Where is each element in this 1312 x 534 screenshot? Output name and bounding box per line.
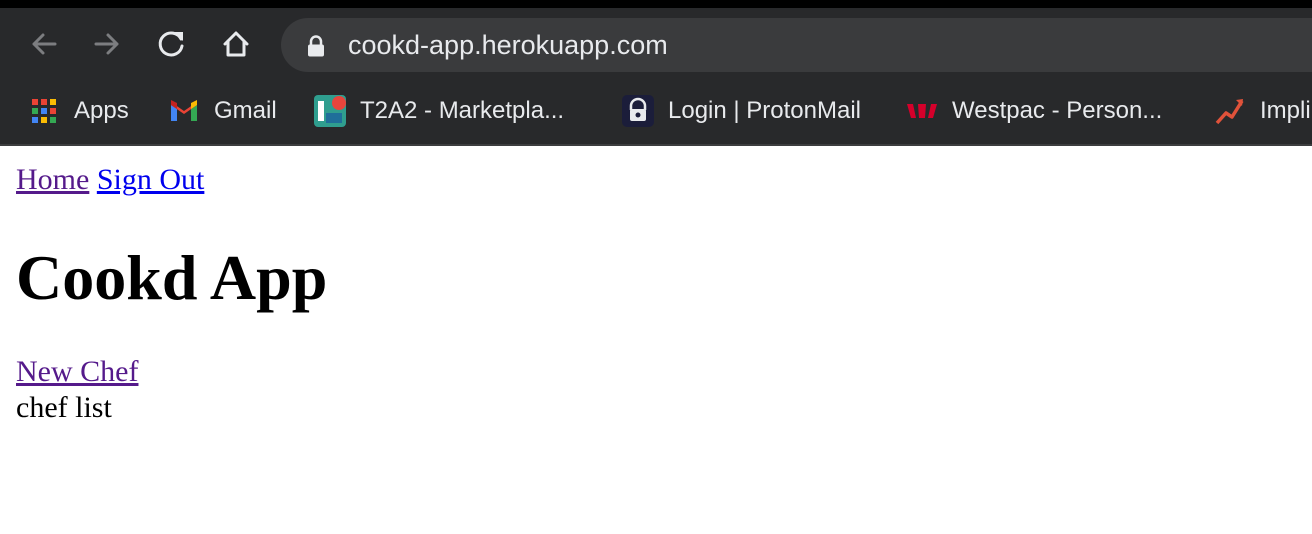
url-text[interactable]: cookd-app.herokuapp.com (348, 18, 668, 72)
address-bar[interactable]: cookd-app.herokuapp.com (281, 18, 1312, 72)
reload-icon[interactable] (152, 24, 192, 64)
page-content: Home Sign Out Cookd App New Chef chef li… (16, 160, 327, 426)
bookmark-protonmail[interactable]: Login | ProtonMail (622, 95, 861, 127)
browser-chrome: cookd-app.herokuapp.com Apps Gmail T2A2 … (0, 0, 1312, 146)
site-nav: Home Sign Out (16, 160, 327, 200)
lock-icon (307, 35, 325, 62)
bookmark-impli[interactable]: Impli (1214, 95, 1311, 127)
bookmark-label: Westpac - Person... (952, 97, 1163, 124)
browser-toolbar: cookd-app.herokuapp.com (0, 8, 1312, 82)
bookmarks-bar: Apps Gmail T2A2 - Marketpla... Login | P… (0, 82, 1312, 144)
westpac-icon (906, 95, 938, 127)
page-title: Cookd App (16, 242, 328, 313)
window-top-strip (0, 0, 1312, 8)
bookmark-t2a2-marketplace[interactable]: T2A2 - Marketpla... (314, 95, 564, 127)
chart-trend-icon (1214, 95, 1246, 127)
bookmark-label: Login | ProtonMail (668, 97, 862, 124)
chef-list-text: chef list (16, 391, 112, 424)
bookmark-westpac[interactable]: Westpac - Person... (906, 95, 1162, 127)
home-icon[interactable] (216, 24, 256, 64)
bookmark-label: Apps (74, 97, 129, 124)
bookmark-label: Gmail (214, 97, 277, 124)
trello-icon (314, 95, 346, 127)
gmail-icon (168, 95, 200, 127)
bookmark-apps[interactable]: Apps (28, 95, 129, 127)
home-link[interactable]: Home (16, 163, 89, 196)
protonmail-icon (622, 95, 654, 127)
bookmark-label: Impli (1260, 97, 1311, 124)
chef-section: New Chef chef list (16, 354, 327, 426)
bookmark-gmail[interactable]: Gmail (168, 95, 277, 127)
back-arrow-icon[interactable] (24, 24, 64, 64)
bookmark-label: T2A2 - Marketpla... (360, 97, 565, 124)
chrome-divider (0, 144, 1312, 146)
new-chef-link[interactable]: New Chef (16, 355, 138, 388)
apps-grid-icon (28, 95, 60, 127)
forward-arrow-icon[interactable] (87, 24, 127, 64)
sign-out-link[interactable]: Sign Out (97, 163, 205, 196)
